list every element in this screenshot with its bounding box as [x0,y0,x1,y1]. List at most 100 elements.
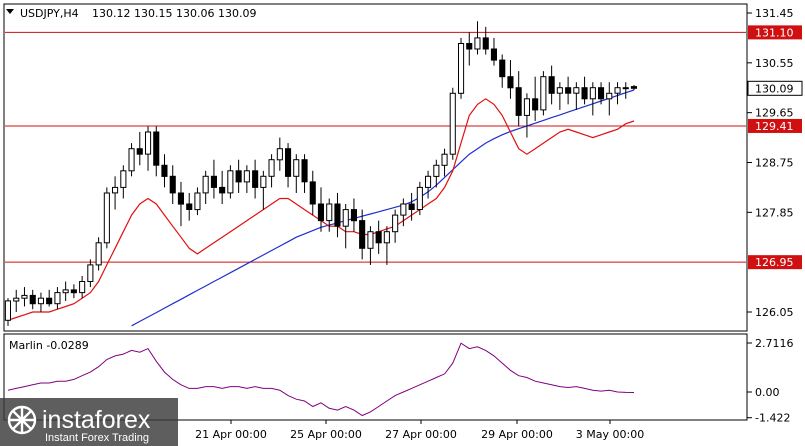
candle-body [309,181,316,205]
watermark-brand: instaforex [42,406,151,434]
candle-body [375,231,382,244]
price-tick-label: 131.45 [755,7,794,20]
candle-body [441,153,448,166]
candle-body [334,203,341,227]
candle-body [95,242,102,266]
candle-body [326,203,333,222]
candle-body [260,175,267,188]
candle-body [37,297,45,305]
candle-body [614,87,621,94]
candle-body [268,159,275,177]
price-tick-label: 129.65 [755,107,794,120]
chart-root: 131.45 130.55 129.65 128.75 127.85 126.05 2.7… [0,3,803,446]
time-tick-label: 27 Apr 00:00 [385,428,457,441]
watermark: instaforex Instant Forex Trading [0,398,178,446]
candle-body [293,159,300,177]
candle-body [482,37,489,50]
candle-body [202,175,209,194]
candle-body [276,148,283,161]
symbol-label: USDJPY,H4 [20,7,79,20]
candle-body [4,300,11,321]
price-tick-label: 128.75 [755,157,794,170]
candle-body [317,203,324,222]
time-axis: 21 Apr 00:00 25 Apr 00:00 27 Apr 00:00 29 A… [195,420,644,441]
candle-body [235,170,242,183]
candle-body [408,203,415,210]
candle-body [523,98,531,116]
candle-body [573,87,580,94]
indicator-axis: 2.7116 0.00 -1.422 [747,337,794,425]
candle-body [161,164,168,177]
candle-body [350,209,357,222]
candle-body [13,297,20,302]
candle-body [540,76,547,111]
candle-body [210,175,217,188]
level-tag-label: 126.95 [755,256,794,269]
instaforex-logo-icon [7,405,37,435]
candle-body [548,76,555,94]
candle-body [589,87,596,100]
price-axis: 131.45 130.55 129.65 128.75 127.85 126.05 [747,7,794,319]
level-tag-label: 131.10 [755,26,794,39]
candle-body [466,43,473,50]
price-tick-label: 126.05 [755,306,794,319]
time-tick-label: 3 May 00:00 [576,428,644,441]
watermark-tagline: Instant Forex Trading [45,432,149,444]
candle-body [392,214,399,233]
candle-body [630,86,638,89]
candle-body [54,292,61,305]
candle [540,71,547,116]
time-tick-label: 29 Apr 00:00 [481,428,553,441]
price-tick-label: 130.55 [755,57,794,70]
indicator-tick-label: 2.7116 [755,337,794,350]
candle [458,37,465,99]
candle-body [252,170,259,188]
level-tag-label: 129.41 [755,120,794,133]
candle-body [581,87,588,100]
candle-body [120,170,127,188]
candle-body [46,297,53,305]
candle-body [301,159,308,183]
candle-body [622,87,629,90]
candle-body [243,170,250,183]
candle-body [507,76,514,89]
candle-body [383,231,390,244]
candle-body [186,203,193,210]
candle-body [145,131,152,155]
candle-body [458,43,465,94]
current-price-tag-label: 130.09 [755,82,794,95]
time-tick-label: 21 Apr 00:00 [195,428,267,441]
candle-body [474,37,481,50]
candle-body [499,59,506,78]
candle-body [367,231,374,249]
candle-body [169,175,176,194]
candle-body [400,203,407,216]
candle-body [103,192,110,244]
candle-body [87,264,94,282]
indicator-tick-label: -1.422 [755,412,790,425]
candle-body [449,92,456,155]
candle-body [556,87,563,94]
candle-body [219,186,226,194]
candle-body [177,192,184,205]
candle-body [21,294,28,299]
candle-body [342,209,349,227]
indicator-label: Marlin -0.0289 [9,339,89,352]
candle-body [416,186,423,210]
candle-body [70,289,77,294]
candle-body [433,164,440,177]
candle-body [515,87,522,116]
candle-body [112,186,119,194]
candle-body [79,281,86,294]
candle-body [285,148,292,177]
candle-body [606,92,613,100]
price-tick-label: 127.85 [755,206,794,219]
price-panel[interactable] [3,3,748,332]
candle-body [490,48,497,61]
candle-body [359,220,366,249]
ohlc-readout: 130.12 130.15 130.06 130.09 [92,7,256,20]
candle-body [425,175,432,188]
candle-body [29,294,36,305]
candle-body [227,170,234,194]
candle [103,187,110,249]
